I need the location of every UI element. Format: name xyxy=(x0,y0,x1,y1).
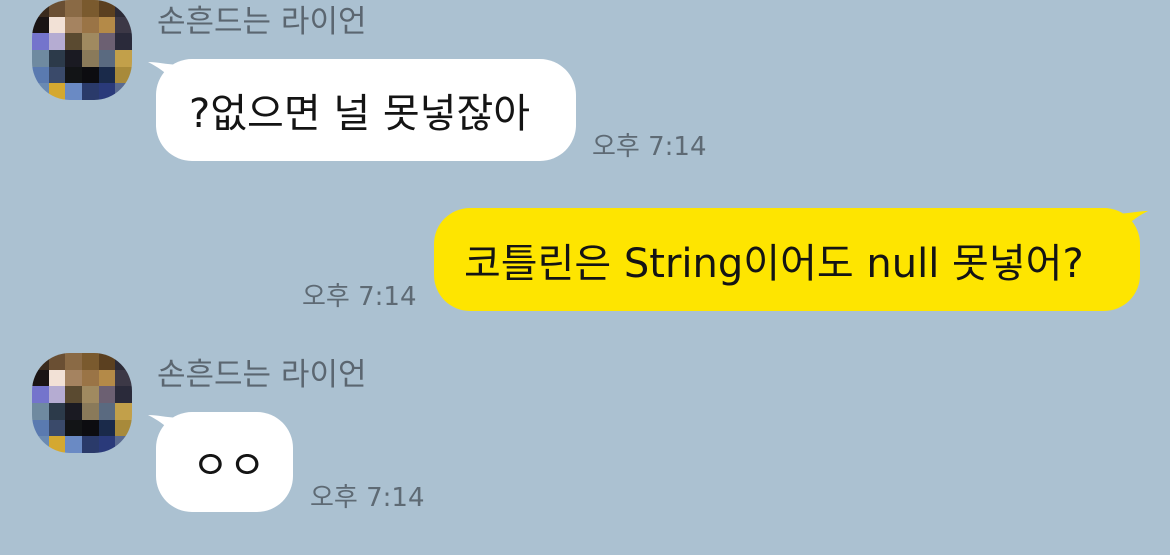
avatar-pixel xyxy=(98,369,116,387)
message-text: 코틀린은 String이어도 null 못넣어? xyxy=(464,240,1084,287)
avatar-pixel xyxy=(98,66,116,84)
message-timestamp: 오후 7:14 xyxy=(310,483,425,513)
avatar-pixel xyxy=(48,402,66,420)
avatar-pixel xyxy=(98,49,116,67)
message-timestamp: 오후 7:14 xyxy=(592,132,707,162)
avatar-pixel xyxy=(32,16,49,34)
avatar-pixel xyxy=(115,386,132,403)
avatar-pixel xyxy=(32,83,49,100)
avatar-pixel xyxy=(98,436,116,453)
avatar-pixel xyxy=(48,66,66,84)
avatar-pixel xyxy=(32,402,49,420)
avatar-pixel xyxy=(98,419,116,437)
avatar-pixel xyxy=(81,66,99,84)
avatar-pixel xyxy=(65,33,82,50)
message-bubble[interactable]: ㅇㅇ xyxy=(156,412,293,512)
avatar-pixel xyxy=(81,369,99,387)
avatar-pixel xyxy=(48,83,66,100)
sender-name: 손흔드는 라이언 xyxy=(157,4,367,40)
avatar-pixel xyxy=(98,33,116,50)
avatar-pixel xyxy=(48,49,66,67)
avatar-pixel xyxy=(115,83,132,100)
avatar-pixel xyxy=(32,33,49,50)
avatar-pixel xyxy=(32,353,49,370)
avatar-pixel xyxy=(115,353,132,370)
sender-avatar[interactable] xyxy=(32,353,132,453)
avatar-pixel xyxy=(65,436,82,453)
avatar-pixel xyxy=(98,0,116,17)
avatar-pixel xyxy=(81,386,99,403)
sender-avatar[interactable] xyxy=(32,0,132,100)
avatar-pixel xyxy=(48,436,66,453)
avatar-pixel xyxy=(98,402,116,420)
avatar-pixel xyxy=(81,49,99,67)
avatar-pixel xyxy=(48,0,66,17)
avatar-pixel xyxy=(32,66,49,84)
avatar-pixel xyxy=(115,402,132,420)
avatar-pixel xyxy=(81,402,99,420)
avatar-pixel xyxy=(81,419,99,437)
avatar-pixel xyxy=(65,369,82,387)
avatar-pixel xyxy=(98,83,116,100)
avatar-pixel xyxy=(98,386,116,403)
message-text: ㅇㅇ xyxy=(192,443,266,489)
avatar-pixel xyxy=(81,0,99,17)
message-bubble[interactable]: 코틀린은 String이어도 null 못넣어? xyxy=(434,208,1140,311)
avatar-pixel xyxy=(65,402,82,420)
avatar-pixel xyxy=(81,436,99,453)
avatar-pixel xyxy=(115,66,132,84)
avatar-pixel xyxy=(65,0,82,17)
avatar-pixel xyxy=(98,353,116,370)
avatar-pixel xyxy=(65,49,82,67)
avatar-pixel xyxy=(32,419,49,437)
avatar-pixel xyxy=(32,386,49,403)
avatar-pixel xyxy=(65,16,82,34)
avatar-pixel xyxy=(115,16,132,34)
avatar-pixel xyxy=(81,33,99,50)
avatar-pixel xyxy=(32,49,49,67)
avatar-pixel xyxy=(48,386,66,403)
avatar-pixel xyxy=(81,83,99,100)
message-timestamp: 오후 7:14 xyxy=(302,282,417,312)
message-bubble[interactable]: ?없으면 널 못넣잖아 xyxy=(156,59,576,161)
avatar-pixel xyxy=(115,49,132,67)
avatar-pixel xyxy=(48,33,66,50)
avatar-pixel xyxy=(81,353,99,370)
avatar-pixel xyxy=(65,353,82,370)
avatar-pixel xyxy=(48,353,66,370)
avatar-pixel xyxy=(65,66,82,84)
message-text: ?없으면 널 못넣잖아 xyxy=(189,91,531,137)
avatar-pixel xyxy=(32,0,49,17)
avatar-pixel xyxy=(32,436,49,453)
avatar-pixel xyxy=(48,419,66,437)
avatar-pixel xyxy=(115,33,132,50)
sender-name: 손흔드는 라이언 xyxy=(157,357,367,393)
avatar-pixel xyxy=(115,369,132,387)
avatar-pixel xyxy=(48,16,66,34)
avatar-pixel xyxy=(81,16,99,34)
avatar-pixel xyxy=(32,369,49,387)
avatar-pixel xyxy=(115,0,132,17)
avatar-pixel xyxy=(65,419,82,437)
avatar-pixel xyxy=(115,419,132,437)
avatar-pixel xyxy=(98,16,116,34)
avatar-pixel xyxy=(65,83,82,100)
avatar-pixel xyxy=(65,386,82,403)
avatar-pixel xyxy=(115,436,132,453)
avatar-pixel xyxy=(48,369,66,387)
